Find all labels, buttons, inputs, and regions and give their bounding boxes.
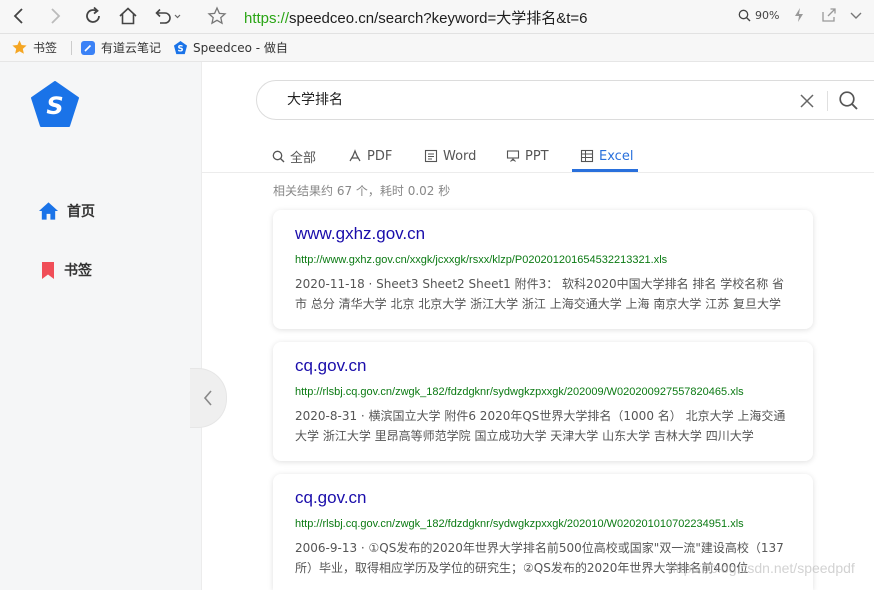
tab-label: PPT (525, 148, 549, 164)
result-snippet: 2020-11-18 · Sheet3 Sheet2 Sheet1 附件3： 软… (295, 277, 785, 311)
sidebar-item-bookmarks[interactable]: 书签 (40, 260, 92, 280)
url-protocol: https:// (244, 10, 290, 27)
home-icon (38, 202, 59, 220)
table-icon (580, 149, 594, 163)
result-title-link[interactable]: www.gxhz.gov.cn (295, 224, 791, 244)
search-divider (827, 91, 828, 111)
forward-icon[interactable] (44, 5, 66, 27)
search-input[interactable] (287, 91, 767, 107)
bookmark-label: Speedceo - 做自 (193, 41, 288, 55)
word-doc-icon (424, 149, 438, 163)
sidebar-collapse-button[interactable] (190, 368, 227, 428)
pdf-icon (349, 149, 361, 162)
result-title-link[interactable]: cq.gov.cn (295, 488, 791, 508)
tab-label: 全部 (290, 150, 317, 166)
favorite-star-icon[interactable] (206, 5, 228, 27)
sidebar-item-home[interactable]: 首页 (38, 201, 95, 221)
result-card: www.gxhz.gov.cn http://www.gxhz.gov.cn/x… (273, 210, 813, 329)
bookmark-icon (42, 261, 54, 279)
address-bar[interactable]: https://speedceo.cn/search?keyword=大学排名&… (244, 7, 588, 28)
home-icon[interactable] (117, 5, 139, 27)
lightning-icon[interactable] (790, 6, 808, 24)
zoom-control[interactable]: 90% (738, 9, 779, 22)
result-snippet: 2020-8-31 · 横滨国立大学 附件6 2020年QS世界大学排名（100… (295, 409, 786, 443)
presentation-icon (506, 150, 520, 162)
result-card: cq.gov.cn http://rlsbj.cq.gov.cn/zwgk_18… (273, 342, 813, 461)
bookmark-label: 有道云笔记 (101, 41, 162, 55)
tabs-divider (201, 172, 874, 173)
share-icon[interactable] (820, 6, 838, 24)
tab-word[interactable]: Word (424, 141, 476, 171)
result-stats: 相关结果约 67 个，耗时 0.02 秒 (273, 184, 451, 198)
tab-label: PDF (367, 148, 393, 164)
zoom-level: 90% (755, 9, 780, 22)
note-app-icon (81, 40, 95, 55)
sidebar-item-label: 书签 (64, 263, 92, 279)
refresh-icon[interactable] (82, 5, 104, 27)
search-icon (272, 150, 285, 162)
tab-label: Word (443, 148, 477, 164)
tab-excel[interactable]: Excel (580, 141, 633, 171)
result-url[interactable]: http://rlsbj.cq.gov.cn/zwgk_182/fdzdgknr… (295, 386, 791, 398)
browser-toolbar: https://speedceo.cn/search?keyword=大学排名&… (0, 0, 874, 34)
result-url[interactable]: http://rlsbj.cq.gov.cn/zwgk_182/fdzdgknr… (295, 518, 791, 530)
back-icon[interactable] (8, 5, 30, 27)
tab-all[interactable]: 全部 (272, 141, 316, 171)
chevron-down-icon[interactable] (848, 6, 864, 24)
undo-icon[interactable] (152, 5, 182, 27)
site-logo-icon[interactable]: S (31, 81, 79, 127)
bookmark-bookmarks[interactable]: 书签 (11, 39, 57, 56)
tab-ppt[interactable]: PPT (506, 141, 549, 171)
bookmark-youdao-note[interactable]: 有道云笔记 (80, 39, 161, 56)
chevron-left-icon (203, 390, 212, 406)
watermark: https://blog.csdn.net/speedpdf (668, 560, 855, 576)
bookmark-label: 书签 (33, 41, 58, 55)
tab-label: Excel (599, 148, 634, 164)
result-url[interactable]: http://www.gxhz.gov.cn/xxgk/jcxxgk/rsxx/… (295, 254, 791, 266)
sidebar-item-label: 首页 (67, 204, 95, 220)
bookmarks-bar: 书签 有道云笔记 S Speedceo - 做自 (0, 34, 874, 62)
clear-icon[interactable] (797, 91, 817, 111)
search-icon[interactable] (838, 90, 859, 111)
bookmark-separator (71, 41, 72, 55)
bookmark-speedceo[interactable]: S Speedceo - 做自 (173, 39, 288, 56)
tab-pdf[interactable]: PDF (348, 141, 392, 171)
result-title-link[interactable]: cq.gov.cn (295, 356, 791, 376)
svg-text:S: S (46, 92, 63, 120)
sidebar: S 首页 书签 (0, 62, 202, 590)
url-text: speedceo.cn/search?keyword=大学排名&t=6 (289, 10, 588, 27)
zoom-icon (738, 9, 751, 22)
search-box (256, 80, 874, 120)
star-icon (12, 40, 27, 54)
svg-text:S: S (177, 43, 183, 53)
speedceo-favicon-icon: S (173, 40, 188, 55)
